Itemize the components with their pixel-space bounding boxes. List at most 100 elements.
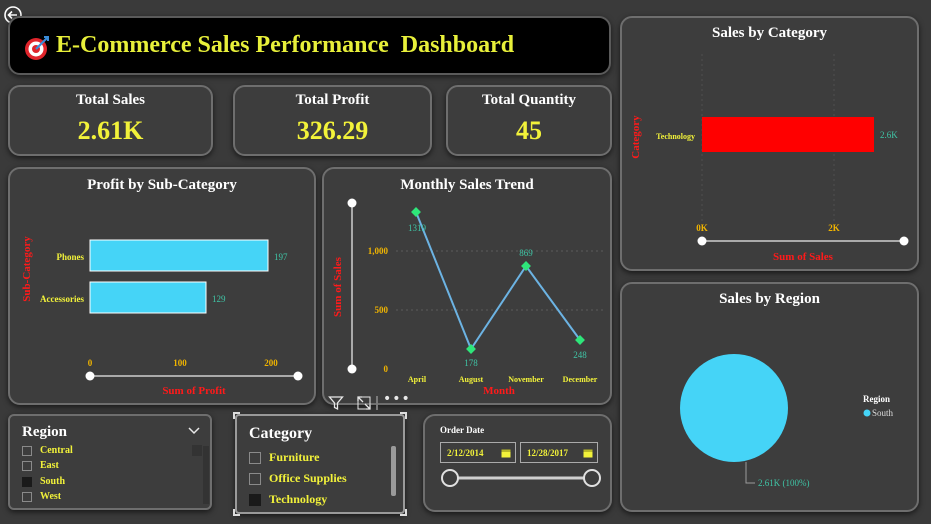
checkbox[interactable] (249, 472, 261, 485)
selection-handle[interactable] (400, 509, 407, 516)
sales-by-region-chart[interactable]: Sales by Region 2.61K (100%) Region Sout… (620, 282, 919, 512)
end-date-value: 12/28/2017 (527, 447, 569, 458)
date-slider-handle-end[interactable] (583, 469, 601, 487)
page-title: E-Commerce Sales Performance Dashboard (56, 32, 515, 58)
category-slicer: Category Furniture Office Supplies Techn… (233, 412, 407, 516)
slicer-title: Region (22, 424, 67, 440)
bar-data-label: 129 (212, 294, 226, 304)
kpi-total-profit: Total Profit 326.29 (233, 85, 432, 156)
x-range-slider-handle[interactable] (697, 236, 707, 246)
legend-item-south[interactable]: South (872, 408, 894, 418)
data-label-leader-line (745, 462, 755, 484)
y-tick-label: 500 (375, 305, 389, 315)
sales-trend-line (415, 211, 581, 352)
date-slider-handle-start[interactable] (441, 469, 459, 487)
bar-data-label: 2.6K (880, 130, 898, 140)
x-tick-label: 0K (696, 223, 708, 233)
x-axis-label: Month (483, 385, 515, 397)
slicer-item-south[interactable]: South (22, 476, 202, 487)
y-axis-label: Sum of Sales (332, 256, 344, 317)
x-tick-label: 2K (828, 223, 840, 233)
checkbox[interactable] (249, 493, 261, 506)
x-tick-label: 100 (173, 358, 187, 368)
data-point-april[interactable] (411, 207, 421, 217)
checkbox[interactable] (22, 476, 32, 487)
pie-data-label: 2.61K (100%) (758, 478, 810, 488)
y-range-slider-handle[interactable] (347, 364, 357, 374)
checkbox[interactable] (22, 491, 32, 502)
slicer-title: Category (249, 425, 313, 442)
checkbox[interactable] (22, 460, 32, 471)
point-data-label: 869 (519, 248, 533, 258)
bar-technology[interactable] (702, 117, 874, 152)
x-tick-label: 0 (88, 358, 93, 368)
header-panel: E-Commerce Sales Performance Dashboard (8, 16, 611, 75)
x-tick-label: 200 (264, 358, 278, 368)
visual-header-toolbar: ••• (326, 391, 410, 413)
target-icon (25, 36, 49, 60)
slicer-item-central[interactable]: Central (22, 445, 202, 456)
bar-data-label: 197 (274, 252, 288, 262)
legend-marker-south (863, 409, 871, 417)
y-tick-label: 0 (384, 364, 389, 374)
selection-handle[interactable] (400, 412, 407, 419)
slicer-item-label: West (40, 491, 62, 502)
selection-handle[interactable] (233, 509, 240, 516)
x-range-slider-handle[interactable] (293, 371, 303, 381)
bar-category-label: Technology (656, 132, 695, 141)
point-data-label: 178 (464, 358, 478, 368)
y-range-slider-handle[interactable] (347, 198, 357, 208)
profit-by-subcategory-chart[interactable]: Profit by Sub-Category Sub-Category Phon… (8, 167, 316, 405)
date-range-slider[interactable] (440, 466, 602, 490)
slicer-item-east[interactable]: East (22, 460, 202, 471)
kpi-label: Total Profit (295, 92, 370, 108)
point-data-label: 1319 (408, 223, 427, 233)
y-axis-label: Category (630, 115, 642, 159)
kpi-value: 326.29 (296, 116, 369, 145)
checkbox[interactable] (249, 451, 261, 464)
x-tick-label: December (563, 375, 598, 384)
chevron-down-icon[interactable] (188, 427, 200, 435)
sales-by-category-chart[interactable]: Sales by Category Category Technology 2.… (620, 16, 919, 271)
pie-slice-south[interactable] (680, 354, 788, 462)
start-date-value: 2/12/2014 (447, 447, 484, 458)
filter-icon[interactable] (328, 395, 344, 411)
bar-category-label: Accessories (40, 294, 84, 304)
slicer-item-office-supplies[interactable]: Office Supplies (249, 471, 347, 486)
y-axis-label: Sub-Category (21, 236, 33, 302)
slicer-item-technology[interactable]: Technology (249, 492, 327, 507)
slicer-item-furniture[interactable]: Furniture (249, 450, 319, 465)
x-tick-label: April (408, 375, 427, 384)
kpi-total-quantity: Total Quantity 45 (446, 85, 612, 156)
kpi-total-sales: Total Sales 2.61K (8, 85, 213, 156)
calendar-icon[interactable] (501, 448, 511, 458)
monthly-sales-trend-chart[interactable]: Monthly Sales Trend Sum of Sales 1,000 5… (322, 167, 612, 405)
bar-category-label: Phones (56, 252, 84, 262)
end-date-input[interactable]: 12/28/2017 (520, 442, 598, 463)
bar-phones[interactable] (89, 239, 269, 272)
legend-title: Region (863, 394, 890, 404)
slicer-item-west[interactable]: West (22, 491, 202, 502)
region-slicer: Region Central East South West (8, 414, 212, 510)
calendar-icon[interactable] (583, 448, 593, 458)
scrollbar[interactable] (391, 446, 396, 496)
kpi-value: 45 (516, 116, 542, 145)
x-axis-label: Sum of Sales (773, 251, 834, 263)
slicer-item-label: Office Supplies (269, 471, 347, 485)
slicer-item-label: Technology (269, 492, 328, 506)
bar-accessories[interactable] (89, 281, 207, 314)
point-data-label: 248 (573, 350, 587, 360)
slicer-item-label: East (40, 460, 59, 471)
x-axis-label: Sum of Profit (162, 385, 226, 397)
x-range-slider-handle[interactable] (85, 371, 95, 381)
slicer-item-label: South (40, 476, 66, 487)
x-range-slider-handle[interactable] (899, 236, 909, 246)
selection-handle[interactable] (233, 412, 240, 419)
start-date-input[interactable]: 2/12/2014 (440, 442, 516, 463)
slicer-title: Order Date (440, 425, 485, 435)
order-date-slicer: Order Date 2/12/2014 12/28/2017 (423, 414, 612, 512)
checkbox[interactable] (22, 445, 32, 456)
kpi-label: Total Sales (75, 92, 146, 108)
focus-mode-icon[interactable] (356, 395, 372, 411)
more-options-icon[interactable]: ••• (383, 391, 411, 407)
